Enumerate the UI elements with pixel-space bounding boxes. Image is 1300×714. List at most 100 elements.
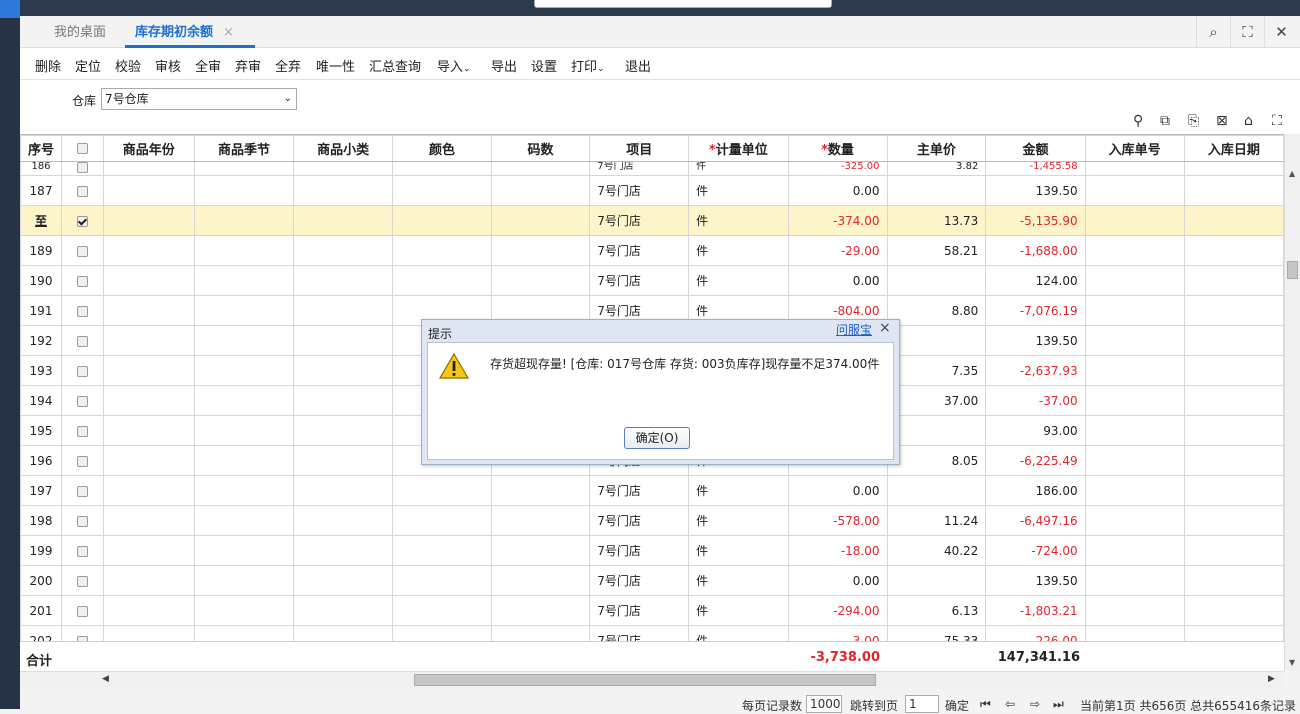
last-page-icon[interactable]: ⏭ [1053, 697, 1064, 712]
column-header-indate[interactable]: 入库日期 [1183, 135, 1284, 162]
horizontal-scrollbar[interactable]: ◀ ▶ [20, 671, 1284, 688]
dialog-close-icon[interactable]: × [879, 320, 891, 336]
table-row[interactable]: 189 7号门店件 -29.00 58.21 -1,688.00 [20, 235, 1284, 266]
column-header-size[interactable]: 码数 [490, 135, 591, 162]
cell-check[interactable] [61, 415, 104, 446]
cell-subcat[interactable] [293, 505, 394, 536]
column-header-item[interactable]: 项目 [589, 135, 690, 162]
cell-seq[interactable]: 202 [20, 625, 63, 641]
cell-subcat[interactable] [293, 445, 394, 476]
cell-unit[interactable]: 件 [688, 595, 789, 626]
cell-season[interactable] [193, 505, 295, 536]
cell-size[interactable] [490, 625, 591, 641]
cell-seq[interactable]: 199 [20, 535, 63, 566]
cell-indate[interactable] [1183, 205, 1284, 236]
cell-amount[interactable]: 139.50 [985, 565, 1086, 596]
cell-subcat[interactable] [293, 175, 394, 206]
cell-qty[interactable]: 0.00 [787, 565, 888, 596]
cell-seq[interactable]: 201 [20, 595, 63, 626]
exit-button[interactable]: 退出 [625, 56, 651, 75]
column-header-check[interactable] [61, 135, 104, 162]
cell-seq[interactable]: 200 [20, 565, 63, 596]
cell-season[interactable] [193, 565, 295, 596]
cell-inno[interactable] [1084, 625, 1185, 641]
global-search-input[interactable] [534, 0, 832, 8]
column-header-price[interactable]: 主单价 [886, 135, 987, 162]
table-row[interactable]: 186 7号门店件 -325.00 3.82 -1,455.58 [20, 161, 1284, 176]
cell-seq[interactable]: 195 [20, 415, 63, 446]
cell-color[interactable] [392, 205, 492, 236]
cell-price[interactable] [886, 325, 987, 356]
column-header-qty[interactable]: *数量 [787, 135, 888, 162]
cell-seq[interactable]: 189 [20, 235, 63, 266]
cell-color[interactable] [392, 175, 492, 206]
cell-check[interactable] [61, 595, 104, 626]
ok-button[interactable]: 确定(O) [624, 427, 690, 449]
cell-inno[interactable] [1084, 385, 1185, 416]
cell-indate[interactable] [1183, 265, 1284, 296]
jump-page-input[interactable]: 1 [905, 695, 939, 713]
cell-price[interactable]: 6.13 [886, 595, 987, 626]
cell-size[interactable] [490, 535, 591, 566]
cell-season[interactable] [193, 325, 295, 356]
select-all-checkbox[interactable] [76, 143, 88, 154]
cell-inno[interactable] [1084, 565, 1185, 596]
cell-subcat[interactable] [293, 235, 394, 266]
cell-year[interactable] [102, 595, 195, 626]
cell-subcat[interactable] [293, 355, 394, 386]
column-header-season[interactable]: 商品季节 [193, 135, 295, 162]
column-header-amount[interactable]: 金额 [985, 135, 1086, 162]
export-button[interactable]: 导出 [491, 56, 517, 75]
maximize-icon[interactable]: ⛶ [1230, 16, 1264, 48]
cell-check[interactable] [61, 385, 104, 416]
horizontal-scroll-thumb[interactable] [414, 674, 876, 686]
cell-color[interactable] [392, 535, 492, 566]
cell-amount[interactable]: 139.50 [985, 325, 1086, 356]
cell-size[interactable] [490, 205, 591, 236]
cell-amount[interactable]: -7,076.19 [985, 295, 1086, 326]
scroll-up-icon[interactable]: ▲ [1289, 169, 1295, 178]
cell-item[interactable]: 7号门店 [589, 625, 690, 641]
cell-check[interactable] [61, 565, 104, 596]
cell-check[interactable] [61, 175, 104, 206]
vertical-scroll-thumb[interactable] [1287, 261, 1298, 279]
cell-check[interactable] [61, 475, 104, 506]
audit-all-button[interactable]: 全审 [195, 56, 221, 75]
cell-season[interactable] [193, 415, 295, 446]
cell-amount[interactable]: -1,455.58 [985, 161, 1086, 176]
row-checkbox[interactable] [76, 485, 88, 497]
cell-color[interactable] [392, 475, 492, 506]
cell-subcat[interactable] [293, 475, 394, 506]
vertical-scrollbar[interactable]: ▲ ▼ [1284, 134, 1300, 671]
column-header-color[interactable]: 颜色 [392, 135, 492, 162]
cell-check[interactable] [61, 235, 104, 266]
cell-check[interactable] [61, 535, 104, 566]
cell-year[interactable] [102, 325, 195, 356]
row-checkbox[interactable] [76, 605, 88, 617]
cell-inno[interactable] [1084, 595, 1185, 626]
fullscreen-icon[interactable]: ⛶ [1272, 113, 1282, 129]
cell-amount[interactable]: -6,225.49 [985, 445, 1086, 476]
cell-unit[interactable]: 件 [688, 205, 789, 236]
cell-check[interactable] [61, 325, 104, 356]
search-icon[interactable]: ⌕ [1196, 16, 1230, 48]
cell-seq[interactable]: 196 [20, 445, 63, 476]
cell-unit[interactable]: 件 [688, 235, 789, 266]
table-row[interactable]: 至 7号门店件 -374.00 13.73 -5,135.90 [20, 205, 1284, 236]
cell-indate[interactable] [1183, 505, 1284, 536]
cell-subcat[interactable] [293, 295, 394, 326]
uniqueness-button[interactable]: 唯一性 [316, 56, 355, 75]
cell-indate[interactable] [1183, 325, 1284, 356]
jump-confirm-button[interactable]: 确定 [945, 697, 969, 714]
cell-qty[interactable]: -29.00 [787, 235, 888, 266]
cell-year[interactable] [102, 445, 195, 476]
cell-unit[interactable]: 件 [688, 505, 789, 536]
cell-amount[interactable]: 93.00 [985, 415, 1086, 446]
cell-qty[interactable]: 0.00 [787, 475, 888, 506]
cell-season[interactable] [193, 355, 295, 386]
cell-price[interactable] [886, 415, 987, 446]
cell-size[interactable] [490, 161, 591, 176]
cell-subcat[interactable] [293, 415, 394, 446]
cell-price[interactable] [886, 565, 987, 596]
cell-amount[interactable]: -1,803.21 [985, 595, 1086, 626]
